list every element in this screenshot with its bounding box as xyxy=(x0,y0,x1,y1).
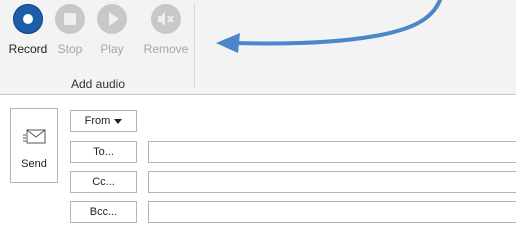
annotation-arrow-icon xyxy=(216,0,442,53)
from-button[interactable]: From xyxy=(70,110,137,132)
bcc-button[interactable]: Bcc... xyxy=(70,201,137,223)
cc-label: Cc... xyxy=(92,176,115,188)
group-separator xyxy=(194,4,195,88)
speaker-mute-icon xyxy=(151,4,181,34)
to-button[interactable]: To... xyxy=(70,141,137,163)
stop-button[interactable]: Stop xyxy=(55,4,85,56)
from-label: From xyxy=(84,115,111,127)
caret-down-icon xyxy=(114,118,123,124)
ribbon-divider xyxy=(0,94,516,95)
bcc-field[interactable] xyxy=(148,201,516,223)
play-button[interactable]: Play xyxy=(97,4,127,56)
send-button[interactable]: Send xyxy=(10,108,58,183)
send-label: Send xyxy=(21,158,47,170)
play-icon xyxy=(97,4,127,34)
cc-button[interactable]: Cc... xyxy=(70,171,137,193)
envelope-icon xyxy=(23,129,46,144)
record-label: Record xyxy=(8,42,48,56)
play-label: Play xyxy=(100,42,124,56)
group-label-add-audio: Add audio xyxy=(70,77,126,91)
remove-button[interactable]: Remove xyxy=(143,4,189,56)
remove-label: Remove xyxy=(143,42,189,56)
record-icon xyxy=(13,4,43,34)
record-button[interactable]: Record xyxy=(8,4,48,56)
to-label: To... xyxy=(93,146,114,158)
bcc-label: Bcc... xyxy=(89,206,118,218)
cc-field[interactable] xyxy=(148,171,516,193)
stop-icon xyxy=(55,4,85,34)
to-field[interactable] xyxy=(148,141,516,163)
stop-label: Stop xyxy=(57,42,83,56)
